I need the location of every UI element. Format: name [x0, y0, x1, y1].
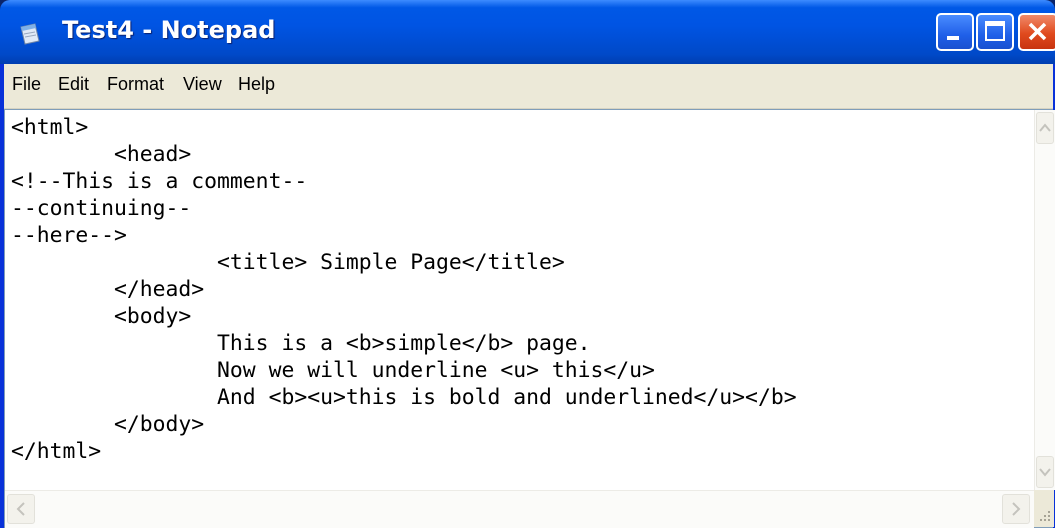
- window-title: Test4 - Notepad: [62, 16, 276, 44]
- chevron-down-icon: [1039, 468, 1051, 477]
- title-bar[interactable]: Test4 - Notepad: [0, 0, 1055, 64]
- scroll-right-button[interactable]: [1002, 494, 1030, 524]
- notepad-icon: [20, 23, 40, 45]
- menu-bar: File Edit Format View Help: [4, 64, 1053, 109]
- resize-grip-icon: [1040, 511, 1050, 521]
- text-line: <head>: [11, 142, 192, 167]
- menu-format[interactable]: Format: [107, 74, 164, 95]
- resize-grip[interactable]: [1034, 490, 1054, 527]
- close-icon: [1028, 22, 1047, 41]
- horizontal-scrollbar[interactable]: [5, 490, 1034, 528]
- text-line: </body>: [11, 412, 205, 437]
- chevron-left-icon: [16, 502, 25, 516]
- close-button[interactable]: [1018, 13, 1055, 51]
- text-editor[interactable]: <html> <head> <!--This is a comment-- --…: [4, 109, 1055, 528]
- text-line: </html>: [11, 439, 102, 464]
- text-line: --here-->: [11, 223, 127, 248]
- text-line: <html>: [11, 115, 89, 140]
- text-line: <body>: [11, 304, 192, 329]
- scroll-left-button[interactable]: [7, 494, 35, 524]
- minimize-button[interactable]: [936, 13, 974, 51]
- minimize-icon: [947, 36, 959, 40]
- text-line: Now we will underline <u> this</u>: [11, 358, 655, 383]
- scroll-up-button[interactable]: [1036, 112, 1054, 144]
- text-content[interactable]: <html> <head> <!--This is a comment-- --…: [11, 114, 1021, 486]
- menu-edit[interactable]: Edit: [58, 74, 89, 95]
- text-line: <title> Simple Page</title>: [11, 250, 565, 275]
- text-line: And <b><u>this is bold and underlined</u…: [11, 385, 797, 410]
- maximize-icon: [985, 21, 1005, 41]
- scroll-down-button[interactable]: [1036, 456, 1054, 488]
- text-line: <!--This is a comment--: [11, 169, 308, 194]
- maximize-button[interactable]: [976, 13, 1014, 51]
- menu-file[interactable]: File: [12, 74, 41, 95]
- text-line: This is a <b>simple</b> page.: [11, 331, 591, 356]
- chevron-up-icon: [1039, 123, 1051, 132]
- chevron-right-icon: [1012, 502, 1021, 516]
- vertical-scrollbar[interactable]: [1034, 110, 1055, 490]
- text-line: --continuing--: [11, 196, 192, 221]
- menu-view[interactable]: View: [183, 74, 222, 95]
- notepad-window: Test4 - Notepad File Edit Format View He…: [0, 0, 1055, 528]
- text-line: </head>: [11, 277, 205, 302]
- menu-help[interactable]: Help: [238, 74, 275, 95]
